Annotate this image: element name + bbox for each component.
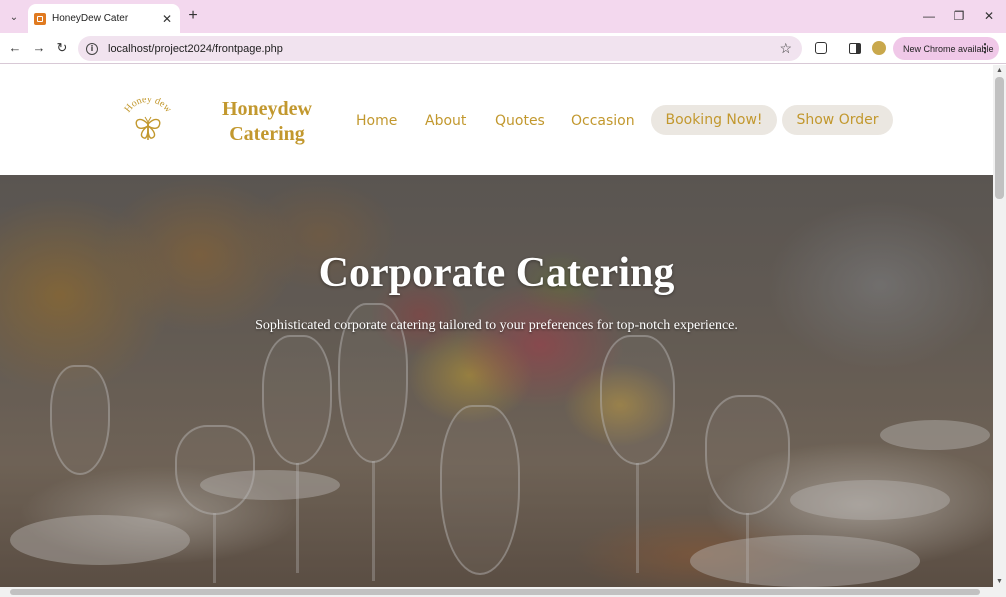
page-viewport: Honey dew Honeydew Catering Home About Q… [0, 65, 993, 587]
profile-avatar-icon[interactable] [872, 41, 886, 55]
bookmark-star-icon[interactable]: ☆ [779, 40, 792, 57]
nav-quotes[interactable]: Quotes [495, 113, 545, 129]
reload-button[interactable]: ↻ [53, 39, 71, 57]
browser-tab[interactable]: HoneyDew Cater ✕ [28, 4, 180, 33]
nav-about[interactable]: About [425, 113, 466, 129]
url-text[interactable]: localhost/project2024/frontpage.php [108, 43, 779, 55]
extensions-icon[interactable] [815, 42, 827, 54]
new-tab-button[interactable]: + [184, 7, 202, 25]
scroll-up-arrow-icon[interactable]: ▲ [996, 67, 1003, 74]
minimize-button[interactable]: — [919, 7, 939, 25]
tab-close-icon[interactable]: ✕ [160, 12, 174, 26]
tab-search-icon[interactable]: ⌄ [4, 7, 24, 27]
site-info-icon[interactable]: i [86, 42, 98, 55]
brand-line-2: Catering [229, 123, 305, 145]
svg-text:Honey dew: Honey dew [122, 98, 174, 115]
hero-title: Corporate Catering [318, 250, 675, 296]
nav-home[interactable]: Home [356, 113, 397, 129]
brand-name[interactable]: Honeydew Catering [214, 97, 320, 147]
site-header: Honey dew Honeydew Catering Home About Q… [0, 65, 993, 175]
tab-title: HoneyDew Cater [52, 13, 129, 24]
horizontal-scrollbar[interactable] [0, 587, 1006, 597]
scroll-down-arrow-icon[interactable]: ▼ [996, 578, 1003, 585]
vertical-scroll-thumb[interactable] [995, 77, 1004, 199]
chrome-update-button[interactable]: New Chrome available ⋮ [893, 37, 999, 60]
booking-now-button[interactable]: Booking Now! [651, 105, 777, 135]
browser-toolbar: ← → ↻ i localhost/project2024/frontpage.… [0, 33, 1006, 64]
back-button[interactable]: ← [6, 39, 24, 57]
horizontal-scroll-thumb[interactable] [10, 589, 980, 595]
hero-overlay [0, 175, 993, 587]
show-order-button[interactable]: Show Order [782, 105, 893, 135]
forward-button[interactable]: → [30, 39, 48, 57]
hero-subtitle: Sophisticated corporate catering tailore… [255, 318, 738, 333]
chrome-menu-icon[interactable]: ⋮ [979, 40, 991, 56]
logo-text: Honey dew [122, 98, 174, 115]
tab-strip: ⌄ HoneyDew Cater ✕ + — ❐ ✕ [0, 0, 1006, 33]
favicon-icon [34, 12, 46, 25]
hero-banner: Corporate Catering Sophisticated corpora… [0, 175, 993, 587]
vertical-scrollbar[interactable]: ▲ ▼ [993, 65, 1006, 587]
side-panel-icon[interactable] [849, 43, 861, 54]
window-close-button[interactable]: ✕ [979, 7, 999, 25]
nav-occasion[interactable]: Occasion [571, 113, 635, 129]
maximize-button[interactable]: ❐ [949, 7, 969, 25]
honeydew-logo[interactable]: Honey dew [120, 98, 176, 146]
address-bar[interactable]: i localhost/project2024/frontpage.php ☆ [78, 36, 802, 61]
brand-line-1: Honeydew [222, 98, 312, 120]
